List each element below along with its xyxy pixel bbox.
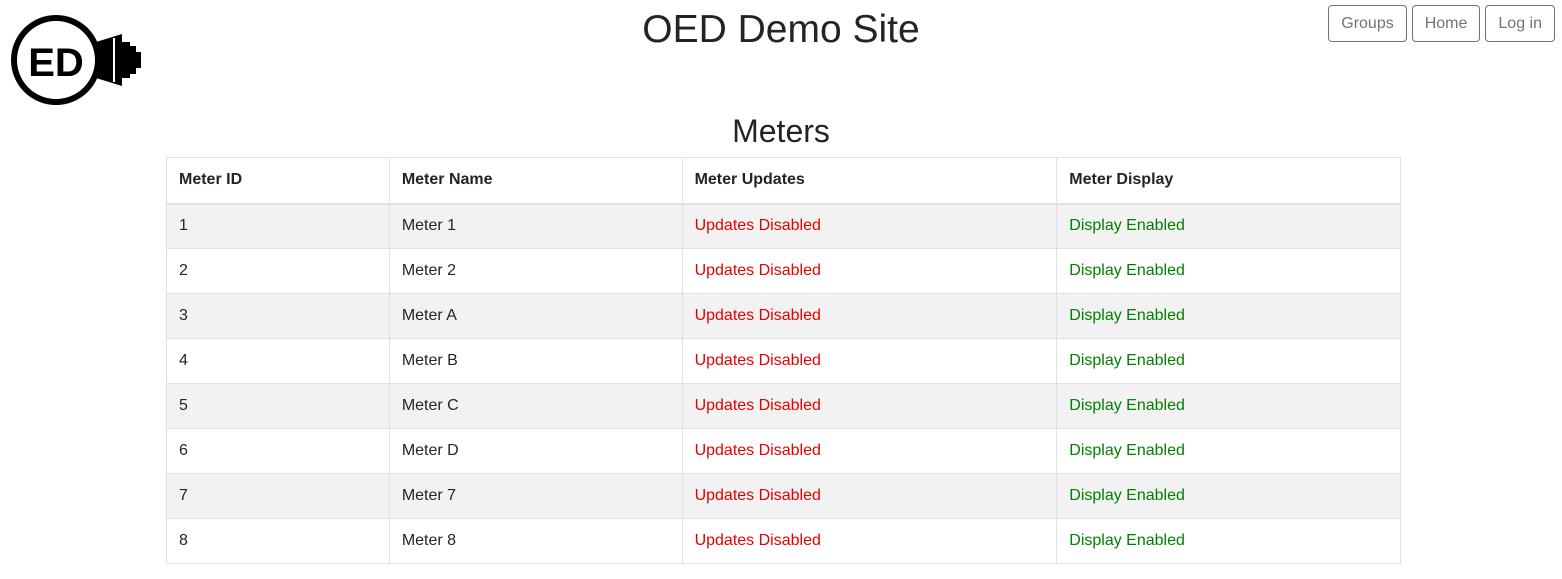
login-button[interactable]: Log in — [1485, 5, 1555, 42]
meter-updates-status: Updates Disabled — [681, 248, 1058, 294]
meter-name-cell: Meter 8 — [388, 518, 683, 564]
table-row: 1 Meter 1 Updates Disabled Display Enabl… — [166, 203, 1401, 249]
meter-id-cell: 5 — [166, 383, 390, 429]
meter-id-cell: 4 — [166, 338, 390, 384]
table-row: 6 Meter D Updates Disabled Display Enabl… — [166, 428, 1401, 474]
meter-name-cell: Meter D — [388, 428, 683, 474]
top-nav: Groups Home Log in — [1328, 5, 1555, 42]
meter-id-cell: 7 — [166, 473, 390, 519]
table-row: 7 Meter 7 Updates Disabled Display Enabl… — [166, 473, 1401, 519]
meter-updates-status: Updates Disabled — [681, 293, 1058, 339]
column-header-meter-name: Meter Name — [388, 157, 683, 205]
meter-name-cell: Meter 1 — [388, 203, 683, 249]
meter-name-cell: Meter 2 — [388, 248, 683, 294]
table-row: 3 Meter A Updates Disabled Display Enabl… — [166, 293, 1401, 339]
meter-display-status: Display Enabled — [1056, 203, 1401, 249]
table-header-row: Meter ID Meter Name Meter Updates Meter … — [166, 157, 1401, 205]
home-button[interactable]: Home — [1411, 5, 1481, 42]
meter-display-status: Display Enabled — [1056, 383, 1401, 429]
meter-name-cell: Meter C — [388, 383, 683, 429]
meter-id-cell: 2 — [166, 248, 390, 294]
meter-display-status: Display Enabled — [1056, 473, 1401, 519]
meter-name-cell: Meter 7 — [388, 473, 683, 519]
meters-table: Meter ID Meter Name Meter Updates Meter … — [166, 157, 1401, 564]
meter-updates-status: Updates Disabled — [681, 338, 1058, 384]
meter-display-status: Display Enabled — [1056, 428, 1401, 474]
column-header-meter-display: Meter Display — [1056, 157, 1401, 205]
meter-display-status: Display Enabled — [1056, 293, 1401, 339]
groups-button[interactable]: Groups — [1328, 5, 1407, 42]
meter-name-cell: Meter A — [388, 293, 683, 339]
meter-display-status: Display Enabled — [1056, 248, 1401, 294]
table-row: 5 Meter C Updates Disabled Display Enabl… — [166, 383, 1401, 429]
meter-id-cell: 8 — [166, 518, 390, 564]
meter-updates-status: Updates Disabled — [681, 473, 1058, 519]
column-header-meter-updates: Meter Updates — [681, 157, 1058, 205]
meter-display-status: Display Enabled — [1056, 518, 1401, 564]
meter-id-cell: 3 — [166, 293, 390, 339]
table-row: 2 Meter 2 Updates Disabled Display Enabl… — [166, 248, 1401, 294]
table-row: 8 Meter 8 Updates Disabled Display Enabl… — [166, 518, 1401, 564]
meter-id-cell: 6 — [166, 428, 390, 474]
meter-updates-status: Updates Disabled — [681, 518, 1058, 564]
meter-updates-status: Updates Disabled — [681, 428, 1058, 474]
column-header-meter-id: Meter ID — [166, 157, 390, 205]
meter-id-cell: 1 — [166, 203, 390, 249]
meter-name-cell: Meter B — [388, 338, 683, 384]
table-row: 4 Meter B Updates Disabled Display Enabl… — [166, 338, 1401, 384]
page-title: Meters — [732, 113, 830, 149]
meter-updates-status: Updates Disabled — [681, 203, 1058, 249]
meter-display-status: Display Enabled — [1056, 338, 1401, 384]
meter-updates-status: Updates Disabled — [681, 383, 1058, 429]
